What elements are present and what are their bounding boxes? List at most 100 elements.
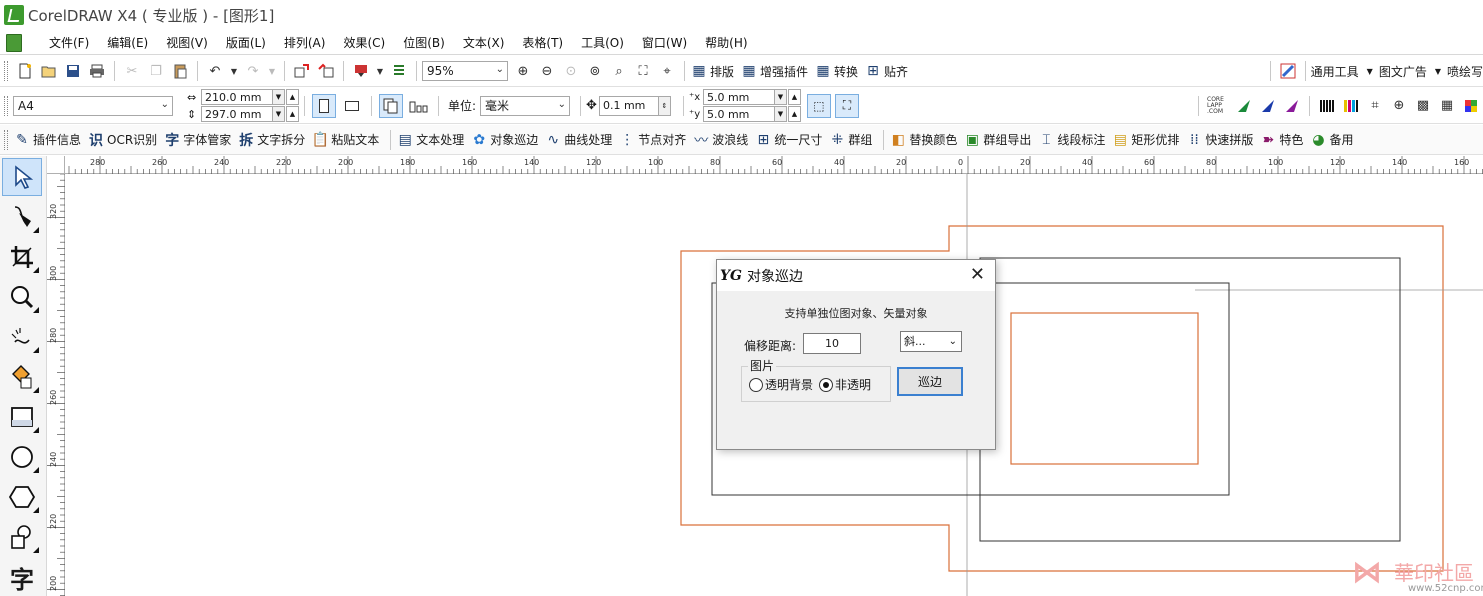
curve-process-button[interactable]: ∿ 曲线处理 (544, 131, 612, 149)
qr-code-icon[interactable]: ▩ (1414, 97, 1432, 115)
node-align-button[interactable]: ⋮ 节点对齐 (618, 131, 686, 149)
spin-down-icon[interactable]: ▼ (272, 106, 285, 122)
treat-as-filled-button[interactable]: ⬚ (806, 93, 831, 118)
smart-fill-tool[interactable] (2, 358, 42, 396)
nudge-distance-input[interactable]: 0.1 mm ⇕ (598, 95, 671, 116)
page-width-input[interactable]: 210.0 mm ▼ (201, 89, 285, 105)
edit-across-layers-button[interactable]: ⛶ (834, 93, 859, 118)
spin-down-icon[interactable]: ▼ (773, 106, 787, 122)
zoom-selected-icon[interactable]: ⊙ (562, 62, 580, 80)
text-tool[interactable]: 字 (2, 558, 42, 596)
plugin-snap-button[interactable]: ⊞ 贴齐 (864, 62, 908, 80)
menu-arrange[interactable]: 排列(A) (275, 34, 335, 51)
arrow-blue-icon[interactable] (1259, 97, 1277, 115)
group-export-button[interactable]: ▣ 群组导出 (963, 131, 1032, 149)
unit-combo[interactable]: 毫米 ⌄ (480, 95, 571, 116)
shape-tool[interactable] (2, 198, 42, 236)
spin-down-icon[interactable]: ▼ (272, 89, 285, 105)
horizontal-ruler[interactable]: 280 260 240 220 200 180 160 140 120 100 80 60 40 20 0 2… (37, 156, 1483, 174)
plugin-info-button[interactable]: ✎ 插件信息 (13, 131, 81, 149)
print-icon[interactable] (88, 62, 106, 80)
menu-edit[interactable]: 编辑(E) (98, 34, 157, 51)
freehand-tool[interactable] (2, 318, 42, 356)
menu-text[interactable]: 文本(X) (454, 34, 514, 51)
crop-marks-icon[interactable]: ⌗ (1366, 97, 1384, 115)
object-outline-button[interactable]: ✿ 对象巡边 (470, 131, 538, 149)
landscape-button[interactable] (340, 94, 364, 118)
font-manager-button[interactable]: 字字体管家 (163, 131, 231, 149)
plugin-convert-button[interactable]: ▦ 转换 (814, 62, 858, 80)
polygon-tool[interactable] (2, 478, 42, 516)
menu-view[interactable]: 视图(V) (157, 34, 217, 51)
cut-icon[interactable]: ✂ (123, 62, 141, 80)
rectangle-tool[interactable] (2, 398, 42, 436)
zoom-page-width-icon[interactable]: ⛶ (634, 62, 652, 80)
special-button[interactable]: ➽ 特色 (1259, 131, 1304, 149)
spin-up-icon[interactable]: ▲ (787, 89, 801, 105)
menu-file[interactable]: 文件(F) (40, 34, 98, 51)
menu-table[interactable]: 表格(T) (513, 34, 572, 51)
dup-x-input[interactable]: 5.0 mm ▼ (702, 89, 787, 105)
menu-effects[interactable]: 效果(C) (334, 34, 394, 51)
copy-icon[interactable]: ❐ (147, 62, 165, 80)
spray-paint-button[interactable]: 喷绘写 (1447, 63, 1483, 80)
quick-imposition-button[interactable]: ⁞⁞ 快速拼版 (1185, 131, 1253, 149)
offset-distance-input[interactable]: 10 (803, 333, 861, 354)
text-process-button[interactable]: ▤ 文本处理 (396, 131, 465, 149)
export-icon[interactable] (317, 62, 335, 80)
arrow-green-icon[interactable] (1235, 97, 1253, 115)
text-split-button[interactable]: 拆文字拆分 (237, 131, 305, 149)
ellipse-tool[interactable] (2, 438, 42, 476)
open-icon[interactable] (40, 62, 58, 80)
corel-lapp-icon[interactable]: CORE LAPP .COM (1207, 96, 1229, 115)
redo-icon[interactable]: ↷ (244, 62, 262, 80)
dialog-title-bar[interactable]: YG 对象巡边 ✕ (717, 260, 995, 291)
dup-y-input[interactable]: 5.0 mm ▼ (702, 106, 787, 122)
plugin-enhance-button[interactable]: ▦ 增强插件 (740, 62, 808, 80)
ocr-button[interactable]: 识 OCR识别 (87, 131, 157, 149)
welcome-screen-icon[interactable] (390, 62, 408, 80)
portrait-button[interactable] (312, 93, 336, 118)
color-bars-icon[interactable] (1342, 97, 1360, 115)
menu-layout[interactable]: 版面(L) (217, 34, 275, 51)
menu-bitmaps[interactable]: 位图(B) (394, 34, 454, 51)
color-palette-icon[interactable] (1279, 62, 1297, 80)
redo-dropdown-icon[interactable]: ▼ (268, 62, 276, 80)
close-icon[interactable]: ✕ (970, 264, 985, 285)
import-icon[interactable] (293, 62, 311, 80)
spin-down-icon[interactable]: ▼ (773, 89, 787, 105)
zoom-in-icon[interactable]: ⊕ (514, 62, 532, 80)
paste-icon[interactable] (171, 62, 189, 80)
registration-mark-icon[interactable]: ⊕ (1390, 97, 1408, 115)
zoom-tool[interactable] (2, 278, 42, 316)
transparent-background-radio[interactable]: 透明背景 (749, 376, 813, 393)
page-height-input[interactable]: 297.0 mm ▼ (201, 106, 285, 122)
graphic-ads-button[interactable]: 图文广告 ▼ (1379, 63, 1441, 80)
zoom-level-combo[interactable]: 95% ⌄ (422, 61, 508, 81)
crop-tool[interactable] (2, 238, 42, 276)
paste-text-button[interactable]: 📋 粘贴文本 (311, 131, 380, 149)
corner-style-select[interactable]: 斜... ⌄ (900, 331, 962, 352)
zoom-to-page-icon[interactable]: ⌕ (610, 62, 628, 80)
paper-size-combo[interactable]: A4 ⌄ (13, 95, 173, 116)
vertical-ruler[interactable]: 320 300 280 260 240 220 200 (47, 173, 65, 596)
replace-color-button[interactable]: ◧ 替换颜色 (889, 131, 958, 149)
barcode-icon[interactable] (1318, 97, 1336, 115)
tiled-grid-icon[interactable]: ▦ (1438, 97, 1456, 115)
spin-up-icon[interactable]: ▲ (787, 106, 801, 122)
arrow-purple-icon[interactable] (1283, 97, 1301, 115)
plugin-typeset-button[interactable]: ▦ 排版 (690, 62, 734, 80)
all-pages-button[interactable] (379, 93, 403, 118)
group-button[interactable]: ⁜ 群组 (828, 131, 872, 149)
backup-button[interactable]: ◕ 备用 (1309, 131, 1353, 149)
pick-tool[interactable] (2, 158, 42, 196)
opaque-radio[interactable]: 非透明 (819, 376, 871, 393)
toolbar-grip[interactable] (4, 129, 8, 150)
current-page-button[interactable] (407, 94, 431, 118)
new-document-icon[interactable] (16, 62, 34, 80)
zoom-all-objects-icon[interactable]: ⊚ (586, 62, 604, 80)
run-outline-button[interactable]: 巡边 (897, 367, 963, 396)
spinner-icon[interactable]: ⇕ (657, 95, 671, 116)
ruler-origin-corner[interactable] (47, 156, 65, 174)
general-tools-button[interactable]: 通用工具 ▼ (1311, 63, 1373, 80)
